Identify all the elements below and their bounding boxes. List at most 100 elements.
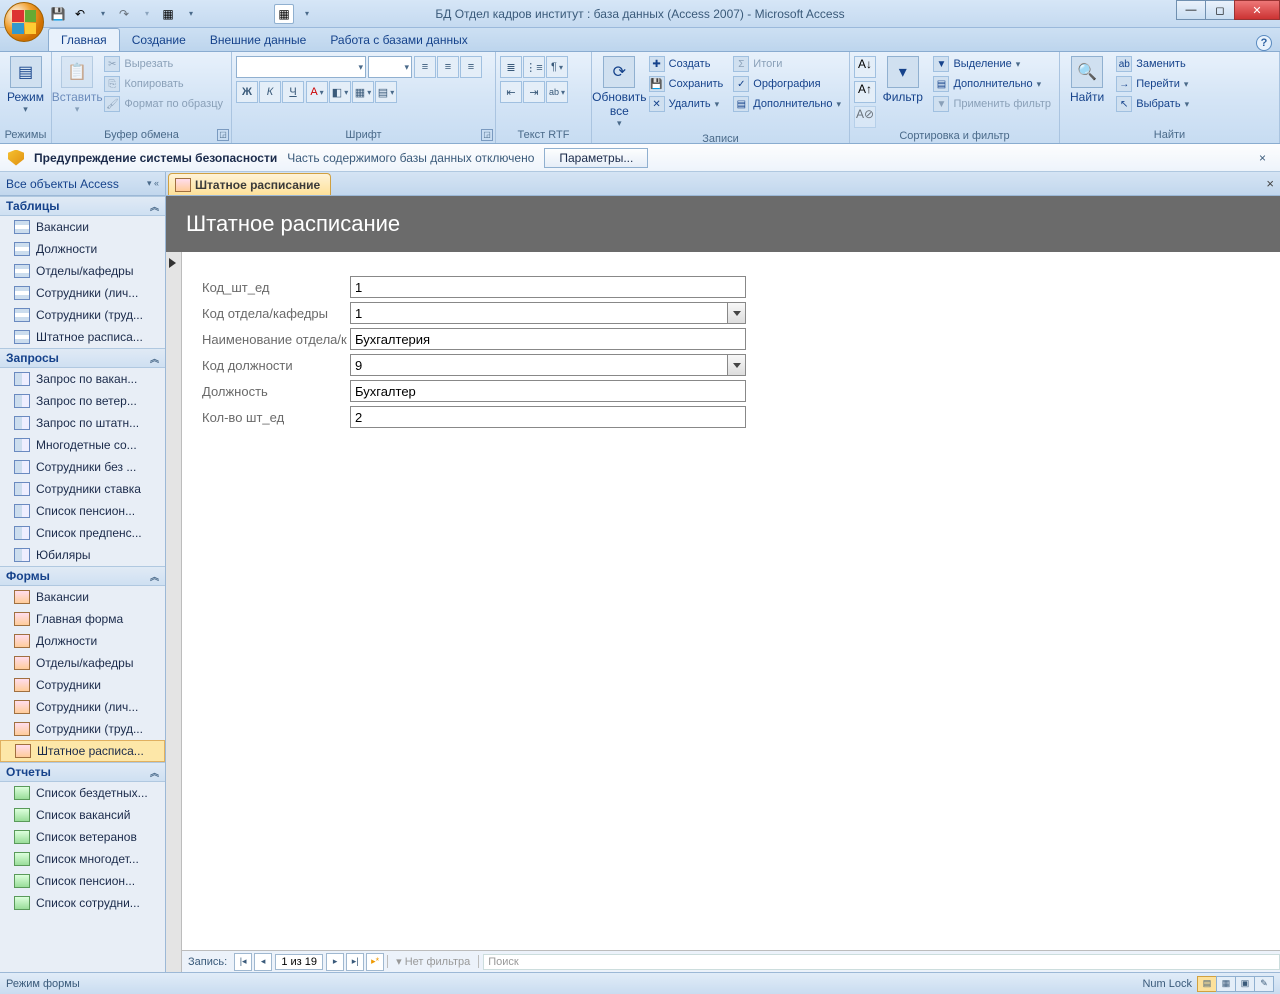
fill-color-icon[interactable]: ◧ <box>329 81 351 103</box>
spelling-button[interactable]: ✓Орфография <box>729 74 845 94</box>
nav-item[interactable]: Отделы/кафедры <box>0 652 165 674</box>
nav-group-forms[interactable]: Формы︽ <box>0 566 165 586</box>
cut-button[interactable]: ✂Вырезать <box>100 54 227 74</box>
nav-header[interactable]: Все объекты Access▾ « <box>0 172 165 196</box>
align-left-icon[interactable]: ≡ <box>414 56 436 78</box>
tab-create[interactable]: Создание <box>120 29 198 51</box>
sort-desc-icon[interactable]: A↑ <box>854 81 876 103</box>
nav-item[interactable]: Список пенсион... <box>0 870 165 892</box>
filter-button[interactable]: ▾Фильтр <box>878 54 927 106</box>
datasheet-icon[interactable]: ▦ <box>274 4 294 24</box>
bold-icon[interactable]: Ж <box>236 81 258 103</box>
nav-group-reports[interactable]: Отчеты︽ <box>0 762 165 782</box>
recnav-last[interactable]: ▸| <box>346 953 364 971</box>
goto-button[interactable]: →Перейти ▾ <box>1112 74 1193 94</box>
tab-home[interactable]: Главная <box>48 28 120 51</box>
recnav-position[interactable] <box>275 954 323 970</box>
new-record[interactable]: ✚Создать <box>645 54 728 74</box>
input-dol[interactable] <box>350 380 746 402</box>
recnav-prev[interactable]: ◂ <box>254 953 272 971</box>
recnav-new[interactable]: ▸* <box>366 953 384 971</box>
combo-kod-dol[interactable] <box>350 354 746 376</box>
redo-dropdown[interactable] <box>136 4 156 24</box>
nav-item[interactable]: Сотрудники (лич... <box>0 696 165 718</box>
combo-kod-otd[interactable] <box>350 302 746 324</box>
format-painter[interactable]: 🖌Формат по образцу <box>100 94 227 114</box>
nav-item[interactable]: Штатное расписа... <box>0 740 165 762</box>
dropdown-button[interactable] <box>727 303 745 323</box>
nav-item[interactable]: Сотрудники (труд... <box>0 304 165 326</box>
font-name-combo[interactable]: ▾ <box>236 56 366 78</box>
qat-icon[interactable]: ▦ <box>158 4 178 24</box>
nav-item[interactable]: Главная форма <box>0 608 165 630</box>
delete-record[interactable]: ✕Удалить ▾ <box>645 94 728 114</box>
help-icon[interactable]: ? <box>1256 35 1272 51</box>
align-center-icon[interactable]: ≡ <box>437 56 459 78</box>
clipboard-launcher[interactable]: ◲ <box>217 129 229 141</box>
nav-item[interactable]: Юбиляры <box>0 544 165 566</box>
nav-item[interactable]: Запрос по вакан... <box>0 368 165 390</box>
nav-item[interactable]: Многодетные со... <box>0 434 165 456</box>
advanced-filter[interactable]: ▤Дополнительно ▾ <box>929 74 1055 94</box>
nav-item[interactable]: Список предпенс... <box>0 522 165 544</box>
input-naim[interactable] <box>350 328 746 350</box>
more-button[interactable]: ▤Дополнительно ▾ <box>729 94 845 114</box>
altrow-icon[interactable]: ▤ <box>375 81 397 103</box>
nav-item[interactable]: Должности <box>0 630 165 652</box>
nav-item[interactable]: Сотрудники <box>0 674 165 696</box>
highlight-icon[interactable]: ab <box>546 81 568 103</box>
datasheet-view-button[interactable]: ▦ <box>1216 976 1236 992</box>
nav-item[interactable]: Список многодет... <box>0 848 165 870</box>
totals-button[interactable]: ΣИтоги <box>729 54 845 74</box>
doc-tab-active[interactable]: Штатное расписание <box>168 173 331 195</box>
maximize-button[interactable]: ◻ <box>1205 0 1235 20</box>
clear-sort-icon[interactable]: A⊘ <box>854 106 876 128</box>
dedent-icon[interactable]: ⇤ <box>500 81 522 103</box>
save-icon[interactable]: 💾 <box>48 4 68 24</box>
indent-icon[interactable]: ⇥ <box>523 81 545 103</box>
nav-item[interactable]: Сотрудники (труд... <box>0 718 165 740</box>
nav-item[interactable]: Сотрудники (лич... <box>0 282 165 304</box>
recnav-search[interactable] <box>483 954 1280 970</box>
font-color-icon[interactable]: A <box>306 81 328 103</box>
dropdown-button-2[interactable] <box>727 355 745 375</box>
nav-item[interactable]: Вакансии <box>0 586 165 608</box>
nav-item[interactable]: Отделы/кафедры <box>0 260 165 282</box>
view-button[interactable]: ▤Режим▾ <box>4 54 47 117</box>
recnav-next[interactable]: ▸ <box>326 953 344 971</box>
nav-item[interactable]: Запрос по штатн... <box>0 412 165 434</box>
nav-item[interactable]: Список бездетных... <box>0 782 165 804</box>
recnav-first[interactable]: |◂ <box>234 953 252 971</box>
security-close[interactable]: × <box>1253 151 1272 165</box>
nav-item[interactable]: Список вакансий <box>0 804 165 826</box>
nav-item[interactable]: Список пенсион... <box>0 500 165 522</box>
input-kod-sht[interactable] <box>350 276 746 298</box>
minimize-button[interactable]: — <box>1176 0 1206 20</box>
nav-item[interactable]: Вакансии <box>0 216 165 238</box>
sort-asc-icon[interactable]: A↓ <box>854 56 876 78</box>
paste-button[interactable]: 📋Вставить▾ <box>56 54 98 117</box>
underline-icon[interactable]: Ч <box>282 81 304 103</box>
nav-group-queries[interactable]: Запросы︽ <box>0 348 165 368</box>
numlist-icon[interactable]: ≣ <box>500 56 522 78</box>
nav-item[interactable]: Должности <box>0 238 165 260</box>
copy-button[interactable]: ⎘Копировать <box>100 74 227 94</box>
font-size-combo[interactable]: ▾ <box>368 56 412 78</box>
nav-item[interactable]: Штатное расписа... <box>0 326 165 348</box>
layout-view-button[interactable]: ▣ <box>1235 976 1255 992</box>
save-record[interactable]: 💾Сохранить <box>645 74 728 94</box>
align-right-icon[interactable]: ≡ <box>460 56 482 78</box>
office-button[interactable] <box>4 2 44 42</box>
security-options-button[interactable]: Параметры... <box>544 148 648 168</box>
nav-item[interactable]: Сотрудники без ... <box>0 456 165 478</box>
gridlines-icon[interactable]: ▦ <box>352 81 374 103</box>
italic-icon[interactable]: К <box>259 81 281 103</box>
close-button[interactable]: ✕ <box>1234 0 1280 20</box>
replace-button[interactable]: abЗаменить <box>1112 54 1193 74</box>
bullist-icon[interactable]: ⋮≡ <box>523 56 545 78</box>
tab-dbtools[interactable]: Работа с базами данных <box>318 29 479 51</box>
design-view-button[interactable]: ✎ <box>1254 976 1274 992</box>
record-selector[interactable] <box>166 252 182 972</box>
tab-external[interactable]: Внешние данные <box>198 29 319 51</box>
redo-icon[interactable]: ↷ <box>114 4 134 24</box>
